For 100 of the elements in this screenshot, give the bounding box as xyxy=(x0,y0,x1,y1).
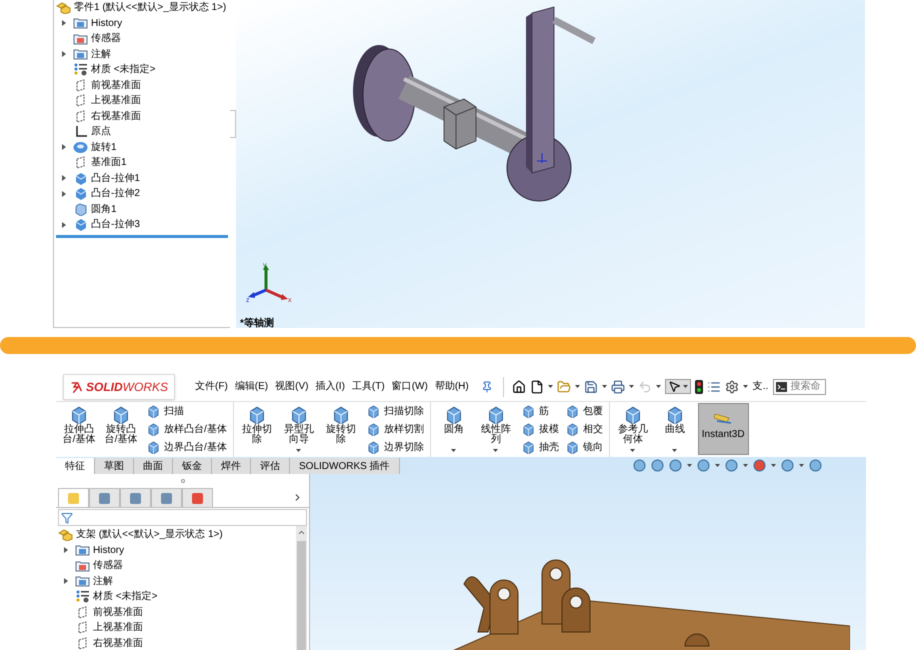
ribbon-button[interactable]: 边界凸台/基体 xyxy=(147,440,227,455)
scrollbar[interactable] xyxy=(296,526,307,650)
tab[interactable]: 曲面 xyxy=(134,458,173,474)
ribbon-button[interactable]: 异型孔向导 xyxy=(280,406,318,445)
tree-item[interactable]: 右视基准面 xyxy=(91,108,141,124)
tree-item[interactable]: 前视基准面 xyxy=(93,604,143,620)
ribbon-button[interactable]: 相交 xyxy=(566,422,603,437)
tree-item[interactable]: 上视基准面 xyxy=(91,93,141,108)
save-icon[interactable] xyxy=(584,380,598,394)
tree-item[interactable]: 上视基准面 xyxy=(93,620,143,636)
tree-item[interactable]: 右视基准面 xyxy=(93,636,143,650)
toolbar-label[interactable]: 支.. xyxy=(752,379,768,394)
traffic-light-icon[interactable] xyxy=(694,380,703,394)
menu-item[interactable]: 编辑(E) xyxy=(234,379,268,394)
tree-item[interactable]: 凸台-拉伸1 xyxy=(91,170,140,186)
caret-icon[interactable] xyxy=(656,385,661,388)
tree-item[interactable]: 旋转1 xyxy=(91,140,117,155)
panel-tab[interactable] xyxy=(89,488,120,507)
panel-tab[interactable] xyxy=(120,488,151,507)
home-icon[interactable] xyxy=(512,380,526,394)
ribbon-button[interactable]: 拔模 xyxy=(522,422,559,437)
search-input[interactable]: 搜索命 xyxy=(790,379,822,394)
tree-item[interactable]: 原点 xyxy=(91,124,111,140)
caret-icon[interactable] xyxy=(493,448,498,452)
tab[interactable]: 焊件 xyxy=(212,458,251,474)
tree-item[interactable]: 传感器 xyxy=(93,558,123,574)
tree-item[interactable]: 注解 xyxy=(91,46,111,62)
tab[interactable]: 评估 xyxy=(251,458,290,474)
expand-arrow-icon[interactable] xyxy=(62,144,66,150)
menu-item[interactable]: 视图(V) xyxy=(275,379,308,394)
ribbon-button[interactable]: 边界切除 xyxy=(366,440,424,455)
ribbon-button[interactable]: 放样凸台/基体 xyxy=(147,422,227,437)
ribbon-button[interactable]: 筋 xyxy=(522,404,559,419)
ribbon-button[interactable]: 放样切割 xyxy=(366,422,424,437)
pin-icon[interactable] xyxy=(480,380,493,392)
tree-root-label[interactable]: 支架 (默认<<默认>_显示状态 1>) xyxy=(76,527,223,542)
tree-item[interactable]: 传感器 xyxy=(91,31,121,46)
panel-collapse-handle[interactable] xyxy=(230,110,236,138)
scrollbar-thumb[interactable] xyxy=(297,541,306,650)
tree-item[interactable]: 前视基准面 xyxy=(91,78,141,93)
caret-icon[interactable] xyxy=(628,385,634,388)
panel-tab[interactable] xyxy=(182,488,213,507)
caret-icon[interactable] xyxy=(672,448,678,452)
caret-icon[interactable] xyxy=(687,464,692,466)
ribbon-button[interactable]: 线性阵列 xyxy=(476,406,515,445)
caret-icon[interactable] xyxy=(296,448,302,452)
caret-icon[interactable] xyxy=(715,464,720,466)
tab[interactable]: SOLIDWORKS 插件 xyxy=(290,458,400,474)
panel-tab[interactable] xyxy=(151,488,182,507)
expand-arrow-icon[interactable] xyxy=(62,222,66,228)
tree-item[interactable]: 注解 xyxy=(93,574,113,589)
caret-icon[interactable] xyxy=(451,448,456,452)
ribbon-button[interactable]: 抽壳 xyxy=(522,440,559,455)
caret-icon[interactable] xyxy=(682,385,688,388)
ribbon-button[interactable]: 参考几何体 xyxy=(614,406,652,445)
expand-arrow-icon[interactable] xyxy=(62,20,66,26)
tree-item[interactable]: 圆角1 xyxy=(91,202,117,217)
tab[interactable]: 草图 xyxy=(95,458,134,474)
expand-arrow-icon[interactable] xyxy=(62,175,66,182)
ribbon-button[interactable]: 曲线 xyxy=(656,406,694,435)
caret-icon[interactable] xyxy=(548,385,553,388)
expand-arrow-icon[interactable] xyxy=(62,190,66,197)
splitter-handle[interactable] xyxy=(180,479,184,483)
new-file-icon[interactable] xyxy=(530,380,544,394)
tab[interactable]: 钣金 xyxy=(173,458,212,474)
caret-icon[interactable] xyxy=(574,385,580,388)
ribbon-button[interactable]: 镜向 xyxy=(566,440,603,455)
caret-icon[interactable] xyxy=(771,464,776,466)
expand-arrow-icon[interactable] xyxy=(64,578,68,584)
menu-item[interactable]: 文件(F) xyxy=(195,379,228,394)
printer-icon[interactable] xyxy=(610,380,625,394)
menu-item[interactable]: 帮助(H) xyxy=(434,379,469,394)
tab[interactable]: 特征 xyxy=(56,458,95,474)
ribbon-button[interactable]: 圆角 xyxy=(434,406,473,435)
expand-arrow-icon[interactable] xyxy=(64,547,68,554)
tree-root-label[interactable]: 零件1 (默认<<默认>_显示状态 1>) xyxy=(74,0,226,16)
ribbon-button[interactable]: 包覆 xyxy=(566,404,603,419)
ribbon-button[interactable]: 扫描 xyxy=(147,404,227,419)
ribbon-button[interactable]: 旋转切除 xyxy=(322,406,360,445)
instant3d-button[interactable]: Instant3D xyxy=(698,403,749,455)
list-icon[interactable] xyxy=(706,380,721,394)
caret-icon[interactable] xyxy=(630,448,636,452)
menu-item[interactable]: 窗口(W) xyxy=(392,379,428,394)
tree-item[interactable]: 凸台-拉伸2 xyxy=(91,186,140,202)
tree-item[interactable]: 凸台-拉伸3 xyxy=(91,217,140,232)
caret-icon[interactable] xyxy=(602,385,607,388)
caret-icon[interactable] xyxy=(742,385,748,388)
ribbon-button[interactable]: 拉伸切除 xyxy=(238,406,276,445)
tree-item[interactable]: 基准面1 xyxy=(91,155,127,170)
menu-item[interactable]: 工具(T) xyxy=(352,379,385,394)
settings-icon[interactable] xyxy=(724,380,739,394)
caret-icon[interactable] xyxy=(799,464,804,466)
filter-field[interactable] xyxy=(58,509,307,526)
ribbon-button[interactable]: 扫描切除 xyxy=(366,404,424,419)
sphere-icon[interactable] xyxy=(633,458,646,472)
rollback-bar[interactable] xyxy=(56,234,228,238)
logo[interactable]: SOLIDWORKS xyxy=(63,374,175,400)
search-field[interactable]: 搜索命 xyxy=(773,378,826,394)
menu-item[interactable]: 插入(I) xyxy=(315,379,345,394)
tree-item[interactable]: History xyxy=(91,16,122,31)
